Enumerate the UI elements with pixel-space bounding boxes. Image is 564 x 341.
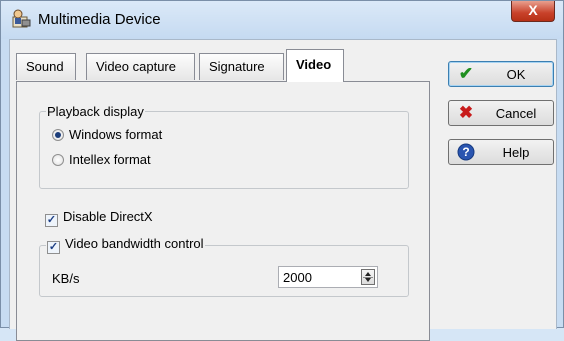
check-icon[interactable]: ✓ bbox=[47, 241, 60, 254]
cancel-button[interactable]: ✖ Cancel bbox=[448, 100, 554, 126]
title-bar[interactable]: Multimedia Device X bbox=[1, 1, 563, 39]
bandwidth-group-header[interactable]: ✓ Video bandwidth control bbox=[46, 236, 205, 254]
multimedia-device-icon bbox=[12, 9, 31, 28]
svg-text:?: ? bbox=[462, 145, 469, 159]
ok-button[interactable]: ✔ OK bbox=[448, 61, 554, 87]
tab-video[interactable]: Video bbox=[286, 49, 344, 82]
help-button-label: Help bbox=[502, 145, 530, 160]
bandwidth-control-label: Video bandwidth control bbox=[65, 236, 204, 251]
bandwidth-value-field[interactable] bbox=[278, 266, 378, 288]
radio-button-unselected[interactable] bbox=[52, 154, 64, 166]
x-icon: ✖ bbox=[458, 103, 474, 122]
tab-panel-video: Playback display Windows format Intellex… bbox=[16, 81, 430, 341]
playback-display-group: Playback display Windows format Intellex… bbox=[39, 104, 409, 189]
help-icon: ? bbox=[457, 143, 475, 161]
bandwidth-value-input[interactable] bbox=[283, 269, 353, 285]
radio-button-selected[interactable] bbox=[52, 129, 64, 141]
radio-intellex-format[interactable]: Intellex format bbox=[52, 152, 151, 167]
spin-updown-icon[interactable] bbox=[361, 269, 375, 285]
radio-windows-format[interactable]: Windows format bbox=[52, 127, 162, 142]
disable-directx-checkbox[interactable]: ✓ Disable DirectX bbox=[45, 209, 153, 227]
close-icon: X bbox=[528, 2, 538, 18]
help-button[interactable]: ? Help bbox=[448, 139, 554, 165]
radio-intellex-format-label: Intellex format bbox=[69, 152, 151, 167]
cancel-button-label: Cancel bbox=[495, 106, 537, 121]
disable-directx-label: Disable DirectX bbox=[63, 209, 153, 224]
ok-button-label: OK bbox=[506, 67, 526, 82]
dialog-window: Multimedia Device X Sound Video capture … bbox=[0, 0, 564, 341]
close-button[interactable]: X bbox=[511, 1, 555, 22]
tab-sound[interactable]: Sound bbox=[16, 53, 76, 80]
tab-video-capture[interactable]: Video capture bbox=[86, 53, 195, 80]
playback-display-label: Playback display bbox=[46, 104, 145, 119]
tab-signature[interactable]: Signature bbox=[199, 53, 284, 80]
check-icon[interactable]: ✓ bbox=[45, 214, 58, 227]
check-icon: ✔ bbox=[458, 64, 474, 83]
radio-windows-format-label: Windows format bbox=[69, 127, 163, 142]
dialog-client-area: Sound Video capture Signature Video Play… bbox=[9, 39, 557, 341]
bandwidth-group: ✓ Video bandwidth control KB/s bbox=[39, 236, 409, 297]
kbs-unit-label: KB/s bbox=[52, 271, 80, 286]
window-title: Multimedia Device bbox=[38, 11, 161, 28]
